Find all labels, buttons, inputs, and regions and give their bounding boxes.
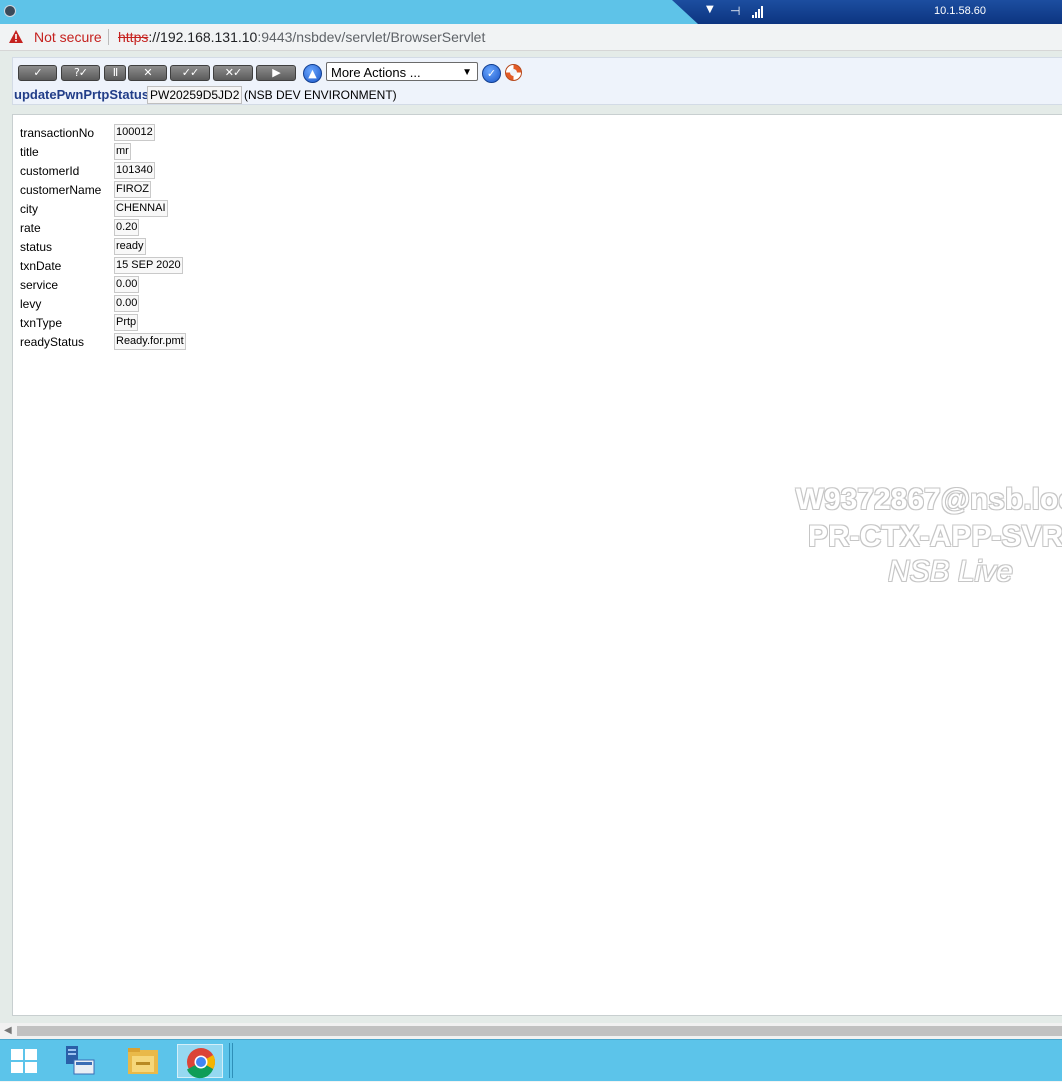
field-label: customerId	[20, 164, 80, 178]
chrome-icon[interactable]	[177, 1044, 223, 1079]
field-value: 0.20	[114, 219, 140, 236]
reverse-button[interactable]: ✕✓	[213, 65, 253, 81]
url-host: ://192.168.131.10	[148, 29, 258, 45]
field-value: 0.00	[114, 276, 140, 293]
windows-start-icon[interactable]	[11, 1049, 37, 1073]
field-value: ready	[114, 238, 146, 255]
file-explorer-icon[interactable]	[120, 1044, 166, 1078]
field-label: levy	[20, 297, 42, 311]
lifebuoy-icon[interactable]	[505, 64, 522, 81]
url-path: :9443/nsbdev/servlet/BrowserServlet	[257, 29, 486, 45]
arrow-up-icon[interactable]: ▲	[303, 64, 322, 83]
field-label: txnType	[20, 316, 63, 330]
field-value: 15 SEP 2020	[114, 257, 183, 274]
address-bar[interactable]: Not secure https://192.168.131.10:9443/n…	[0, 24, 1062, 51]
field-value: 100012	[114, 124, 155, 141]
field-label: readyStatus	[20, 335, 85, 349]
delete-button[interactable]: ✕	[128, 65, 167, 81]
app-frame: ✓ ?✓ II ✕ ✓✓ ✕✓ ▶ ▲ More Actions ... ▼ ✓…	[0, 51, 1062, 1023]
field-value: CHENNAI	[114, 200, 168, 217]
server-manager-icon[interactable]	[57, 1044, 103, 1078]
url-text[interactable]: https://192.168.131.10:9443/nsbdev/servl…	[118, 29, 485, 45]
citrix-connection-bar: ▼ ⊣ 10.1.58.60	[672, 0, 1062, 24]
window-titlebar: ▼ ⊣ 10.1.58.60	[0, 0, 1062, 24]
page-title: updatePwnPrtpStatus	[14, 87, 150, 102]
divider	[108, 29, 109, 45]
commit-button[interactable]: ✓	[18, 65, 57, 81]
app-icon	[4, 5, 16, 17]
field-value: Ready.for.pmt	[114, 333, 186, 350]
toolbar-panel: ✓ ?✓ II ✕ ✓✓ ✕✓ ▶ ▲ More Actions ... ▼ ✓…	[12, 57, 1062, 105]
dropdown-arrow-icon[interactable]: ▼	[706, 4, 714, 15]
horizontal-scrollbar[interactable]: ◀	[0, 1023, 1062, 1039]
field-value: FIROZ	[114, 181, 151, 198]
url-scheme: https	[118, 29, 149, 45]
field-value: mr	[114, 143, 131, 160]
scrollbar-thumb[interactable]	[17, 1026, 1062, 1036]
field-value: 101340	[114, 162, 155, 179]
authorise-button[interactable]: ✓✓	[170, 65, 210, 81]
record-id-field[interactable]: PW20259D5JD2	[147, 86, 243, 104]
checkmark-icon[interactable]: ✓	[482, 64, 501, 83]
field-label: rate	[20, 221, 41, 235]
warning-icon	[9, 30, 23, 43]
chevron-down-icon: ▼	[462, 67, 472, 78]
watermark-user: W9372867@nsb.loc	[795, 483, 1062, 516]
field-label: txnDate	[20, 259, 62, 273]
field-value: Prtp	[114, 314, 139, 331]
next-button[interactable]: ▶	[256, 65, 296, 81]
validate-button[interactable]: ?✓	[61, 65, 100, 81]
session-ip: 10.1.58.60	[934, 5, 986, 17]
field-value: 0.00	[114, 295, 140, 312]
signal-strength-icon	[752, 6, 764, 18]
taskbar-divider	[229, 1043, 233, 1078]
more-actions-label: More Actions ...	[331, 65, 421, 80]
field-label: transactionNo	[20, 126, 95, 140]
taskbar	[0, 1039, 1062, 1081]
security-status[interactable]: Not secure	[34, 29, 102, 45]
field-label: status	[20, 240, 53, 254]
watermark-env: NSB Live	[887, 555, 1013, 588]
field-label: city	[20, 202, 38, 216]
field-label: customerName	[20, 183, 102, 197]
watermark-server: PR-CTX-APP-SVR	[807, 520, 1062, 553]
scroll-left-icon[interactable]: ◀	[4, 1025, 12, 1036]
hold-button[interactable]: II	[104, 65, 126, 81]
more-actions-select[interactable]: More Actions ... ▼	[326, 62, 478, 81]
pin-icon[interactable]: ⊣	[730, 4, 740, 18]
field-label: service	[20, 278, 59, 292]
content-pane: transactionNo 100012 title mr customerId…	[12, 114, 1062, 1016]
field-label: title	[20, 145, 39, 159]
environment-label: (NSB DEV ENVIRONMENT)	[244, 88, 397, 102]
